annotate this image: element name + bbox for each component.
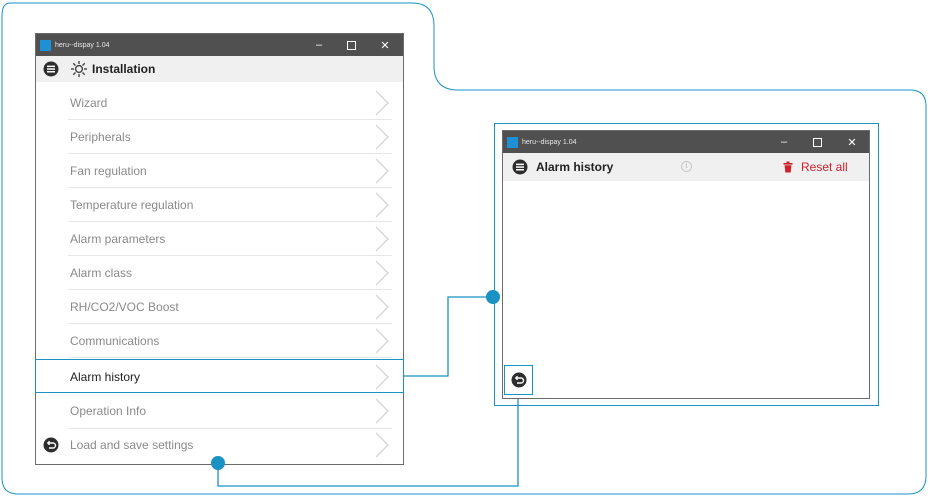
installation-window: heru--dispay 1.04 – ✕ Installation Wizar [35, 33, 404, 465]
menu-item-label: Peripherals [70, 130, 131, 144]
title-bar: heru--dispay 1.04 – ✕ [36, 34, 403, 56]
connector-dot [486, 290, 500, 304]
menu-item-communications[interactable]: Communications [36, 324, 402, 358]
selected-item-highlight [35, 359, 404, 393]
menu-item-label: RH/CO2/VOC Boost [70, 300, 179, 314]
trash-icon [783, 161, 793, 173]
page-header: Alarm history i Reset all [503, 153, 869, 181]
menu-item-peripherals[interactable]: Peripherals [36, 120, 402, 154]
divider [68, 357, 392, 358]
back-icon[interactable] [511, 372, 527, 388]
hamburger-menu-icon[interactable] [43, 61, 59, 77]
menu-item-label: Fan regulation [70, 164, 147, 178]
info-icon[interactable]: i [681, 161, 692, 172]
minimize-button[interactable]: – [769, 131, 799, 153]
close-button[interactable]: ✕ [370, 34, 400, 56]
window-title: heru--dispay 1.04 [55, 41, 110, 49]
reset-all-label: Reset all [801, 160, 848, 174]
menu-item-label: Communications [70, 334, 160, 348]
back-icon[interactable] [43, 437, 59, 453]
chevron-right-icon [375, 398, 389, 424]
page-title: Installation [92, 62, 156, 76]
chevron-right-icon [375, 328, 389, 354]
close-button[interactable]: ✕ [837, 131, 867, 153]
chevron-right-icon [375, 260, 389, 286]
window-title: heru--dispay 1.04 [522, 138, 577, 146]
chevron-right-icon [375, 226, 389, 252]
menu-item-alarm-parameters[interactable]: Alarm parameters [36, 222, 402, 256]
menu-item-label: Load and save settings [70, 438, 194, 452]
chevron-right-icon [375, 294, 389, 320]
menu-item-operation-info[interactable]: Operation Info [36, 394, 402, 428]
chevron-right-icon [375, 432, 389, 458]
menu-item-label: Alarm parameters [70, 232, 166, 246]
menu-item-label: Wizard [70, 96, 108, 110]
title-bar: heru--dispay 1.04 – ✕ [503, 131, 869, 153]
alarm-list [503, 181, 869, 398]
settings-menu: Wizard Peripherals Fan regulation Temper… [36, 83, 402, 465]
app-icon [40, 39, 51, 51]
menu-item-fan-regulation[interactable]: Fan regulation [36, 154, 402, 188]
minimize-button[interactable]: – [304, 34, 334, 56]
connector-dot [211, 456, 225, 470]
hamburger-menu-icon[interactable] [512, 159, 528, 175]
menu-item-alarm-class[interactable]: Alarm class [36, 256, 402, 290]
chevron-right-icon [375, 158, 389, 184]
gear-icon [71, 61, 87, 77]
maximize-icon [346, 40, 356, 50]
menu-item-label: Operation Info [70, 404, 147, 418]
menu-item-label: Alarm class [70, 266, 133, 280]
maximize-button[interactable] [336, 34, 366, 56]
maximize-button[interactable] [802, 131, 832, 153]
reset-all-button[interactable]: Reset all [783, 160, 848, 174]
chevron-right-icon [375, 90, 389, 116]
menu-item-label: Temperature regulation [70, 198, 194, 212]
chevron-right-icon [375, 124, 389, 150]
menu-item-temperature-regulation[interactable]: Temperature regulation [36, 188, 402, 222]
page-title: Alarm history [536, 160, 614, 174]
alarm-history-window: heru--dispay 1.04 – ✕ Alarm history i Re… [502, 130, 870, 399]
menu-item-boost[interactable]: RH/CO2/VOC Boost [36, 290, 402, 324]
app-icon [507, 136, 518, 148]
maximize-icon [812, 137, 822, 147]
page-header: Installation [36, 56, 403, 82]
menu-item-wizard[interactable]: Wizard [36, 86, 402, 120]
chevron-right-icon [375, 192, 389, 218]
